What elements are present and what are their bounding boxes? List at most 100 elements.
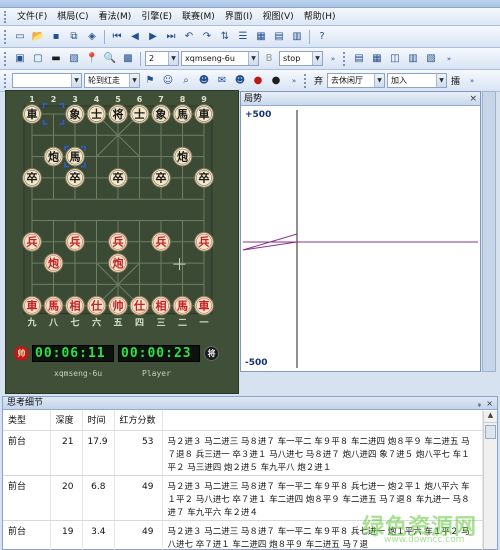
filter-icon[interactable]: ▧ bbox=[423, 51, 439, 67]
board-image-icon[interactable]: ▣ bbox=[12, 51, 28, 67]
col-depth[interactable]: 深度 bbox=[50, 410, 83, 431]
flag-icon[interactable]: ⚑ bbox=[142, 73, 158, 89]
next-move-icon[interactable]: ▶ bbox=[145, 29, 161, 45]
new-game-icon[interactable]: ▭ bbox=[12, 29, 28, 45]
depth-select[interactable]: 2 ▼ bbox=[145, 51, 179, 66]
hall-select[interactable]: 去休闲厅 ▼ bbox=[327, 73, 386, 88]
toolbar-grip[interactable] bbox=[4, 29, 8, 44]
window-list-icon[interactable]: ▤ bbox=[351, 51, 367, 67]
join-select[interactable]: 加入 ▼ bbox=[387, 73, 448, 88]
friends-icon[interactable]: ☻ bbox=[232, 73, 248, 89]
red-piece[interactable]: 仕 bbox=[86, 295, 107, 316]
menubar-grip[interactable] bbox=[4, 10, 8, 23]
overflow-icon[interactable]: » bbox=[286, 73, 302, 89]
menu-view[interactable]: 视图(V) bbox=[258, 8, 299, 26]
toolbar-grip[interactable] bbox=[304, 73, 308, 88]
red-piece[interactable]: 兵 bbox=[108, 232, 128, 252]
person-icon[interactable]: ☺ bbox=[160, 73, 176, 89]
black-piece[interactable]: 馬 bbox=[65, 146, 85, 167]
chevron-down-icon[interactable]: ▼ bbox=[312, 52, 322, 65]
first-move-icon[interactable]: ⏮ bbox=[109, 29, 125, 45]
prev-move-icon[interactable]: ◀ bbox=[127, 29, 143, 45]
red-piece[interactable]: 車 bbox=[22, 295, 42, 316]
red-piece[interactable]: 相 bbox=[65, 295, 85, 316]
col-type[interactable]: 类型 bbox=[3, 410, 51, 431]
toolbar-grip[interactable] bbox=[343, 51, 347, 66]
table-row[interactable]: 前台 21 17.9 53 马２进３ 马二进三 马８进７ 车一平二 车９平８ 车… bbox=[3, 430, 483, 476]
red-piece[interactable]: 馬 bbox=[172, 295, 193, 316]
black-piece[interactable]: 車 bbox=[194, 104, 214, 124]
undo-icon[interactable]: ↶ bbox=[181, 29, 197, 45]
pin-icon[interactable]: ᵩ bbox=[478, 397, 481, 410]
col-time[interactable]: 时间 bbox=[82, 410, 115, 431]
close-icon[interactable]: × bbox=[469, 92, 477, 106]
chevron-down-icon[interactable]: ▼ bbox=[374, 74, 385, 87]
book-icon[interactable]: ▧ bbox=[66, 51, 82, 67]
flip-board-icon[interactable]: ⇅ bbox=[217, 29, 233, 45]
scroll-up-icon[interactable]: ▲ bbox=[484, 411, 497, 423]
engine-select[interactable]: xqmseng-6u ▼ bbox=[181, 51, 259, 66]
layout-icon[interactable]: ▤ bbox=[271, 29, 287, 45]
grid-view-icon[interactable]: ▦ bbox=[253, 29, 269, 45]
chevron-down-icon[interactable]: ▼ bbox=[71, 74, 81, 87]
toolbar-grip[interactable] bbox=[4, 73, 8, 88]
black-piece[interactable]: 卒 bbox=[22, 168, 42, 188]
red-piece[interactable]: 車 bbox=[194, 295, 214, 316]
screen-capture-icon[interactable]: ▢ bbox=[30, 51, 46, 67]
close-icon[interactable]: × bbox=[486, 397, 493, 410]
black-piece[interactable]: 炮 bbox=[172, 146, 193, 167]
black-piece[interactable]: 炮 bbox=[43, 146, 64, 167]
red-piece[interactable]: 炮 bbox=[108, 253, 128, 273]
red-piece[interactable]: 帅 bbox=[108, 295, 128, 316]
toolbar-grip[interactable] bbox=[4, 51, 8, 66]
search-icon[interactable]: 🔍 bbox=[102, 51, 118, 67]
chevron-down-icon[interactable]: ▼ bbox=[168, 52, 178, 65]
chat-icon[interactable]: ✉ bbox=[214, 73, 230, 89]
black-piece[interactable]: 将 bbox=[108, 104, 128, 124]
save-icon[interactable]: ▪ bbox=[48, 29, 64, 45]
black-piece[interactable]: 卒 bbox=[151, 168, 171, 188]
red-piece[interactable]: 相 bbox=[151, 295, 171, 316]
black-piece[interactable]: 象 bbox=[151, 104, 171, 124]
menu-game[interactable]: 棋局(C) bbox=[52, 8, 93, 26]
black-piece[interactable]: 士 bbox=[86, 104, 107, 124]
chevron-down-icon[interactable]: ▼ bbox=[248, 52, 258, 65]
stats-icon[interactable]: ▩ bbox=[120, 51, 136, 67]
analysis-icon[interactable]: ☰ bbox=[235, 29, 251, 45]
black-piece[interactable]: 卒 bbox=[108, 168, 128, 188]
turn-select[interactable]: 轮到红走 ▼ bbox=[84, 73, 140, 88]
room-select[interactable]: ▼ bbox=[12, 73, 82, 88]
black-piece[interactable]: 車 bbox=[22, 104, 42, 124]
columns-icon[interactable]: ▥ bbox=[405, 51, 421, 67]
menu-league[interactable]: 联赛(M) bbox=[177, 8, 220, 26]
scroll-thumb[interactable] bbox=[485, 425, 496, 439]
menu-help[interactable]: 帮助(H) bbox=[299, 8, 341, 26]
black-piece[interactable]: 士 bbox=[129, 104, 150, 124]
col-score[interactable]: 红方分数 bbox=[114, 410, 163, 431]
chevron-down-icon[interactable]: ▼ bbox=[129, 74, 139, 87]
menu-engine[interactable]: 引擎(E) bbox=[136, 8, 177, 26]
red-piece[interactable]: 兵 bbox=[22, 232, 42, 252]
last-move-icon[interactable]: ⏭ bbox=[163, 29, 179, 45]
details-scrollbar[interactable]: ▲ bbox=[483, 411, 497, 549]
magnify-icon[interactable]: ⌕ bbox=[178, 73, 194, 89]
overflow-icon[interactable]: » bbox=[441, 51, 457, 67]
red-piece[interactable]: 兵 bbox=[151, 232, 171, 252]
layout-split-icon[interactable]: ◫ bbox=[387, 51, 403, 67]
black-piece[interactable]: 卒 bbox=[65, 168, 85, 188]
black-piece[interactable]: 卒 bbox=[194, 168, 214, 188]
help-icon[interactable]: ? bbox=[314, 29, 330, 45]
chevron-down-icon[interactable]: ▼ bbox=[436, 74, 447, 87]
red-piece-icon[interactable]: ● bbox=[250, 73, 266, 89]
panel-icon[interactable]: ▥ bbox=[289, 29, 305, 45]
menu-interface[interactable]: 界面(I) bbox=[220, 8, 258, 26]
black-piece[interactable]: 象 bbox=[65, 104, 85, 124]
chessboard-icon[interactable]: ▬ bbox=[48, 51, 64, 67]
black-piece[interactable]: 馬 bbox=[172, 104, 193, 124]
overflow-icon[interactable]: » bbox=[464, 73, 480, 89]
bold-icon[interactable]: B bbox=[261, 51, 277, 67]
col-moves[interactable] bbox=[162, 410, 483, 431]
group-icon[interactable]: ☻ bbox=[196, 73, 212, 89]
red-piece[interactable]: 炮 bbox=[43, 253, 64, 273]
red-piece[interactable]: 兵 bbox=[65, 232, 85, 252]
